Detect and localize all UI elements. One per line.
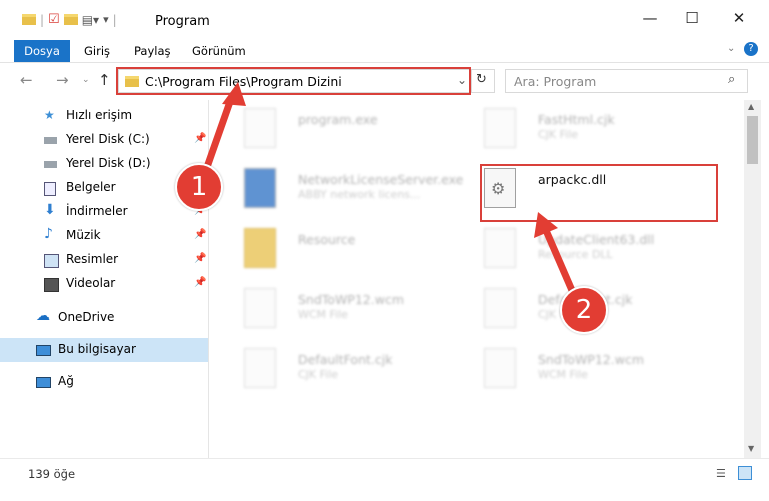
arrow-2: [541, 226, 578, 297]
step-badge-1: 1: [175, 163, 223, 211]
annotation-arrows: [202, 82, 578, 297]
item-count: 139 öğe: [28, 467, 76, 481]
step-badge-2: 2: [560, 286, 608, 334]
status-bar: 139 öğe ☰: [0, 458, 769, 501]
details-view-icon[interactable]: ☰: [716, 467, 726, 480]
large-icons-view-icon[interactable]: [738, 466, 752, 480]
arrowhead-1: [222, 82, 246, 106]
arrow-1: [202, 94, 236, 172]
